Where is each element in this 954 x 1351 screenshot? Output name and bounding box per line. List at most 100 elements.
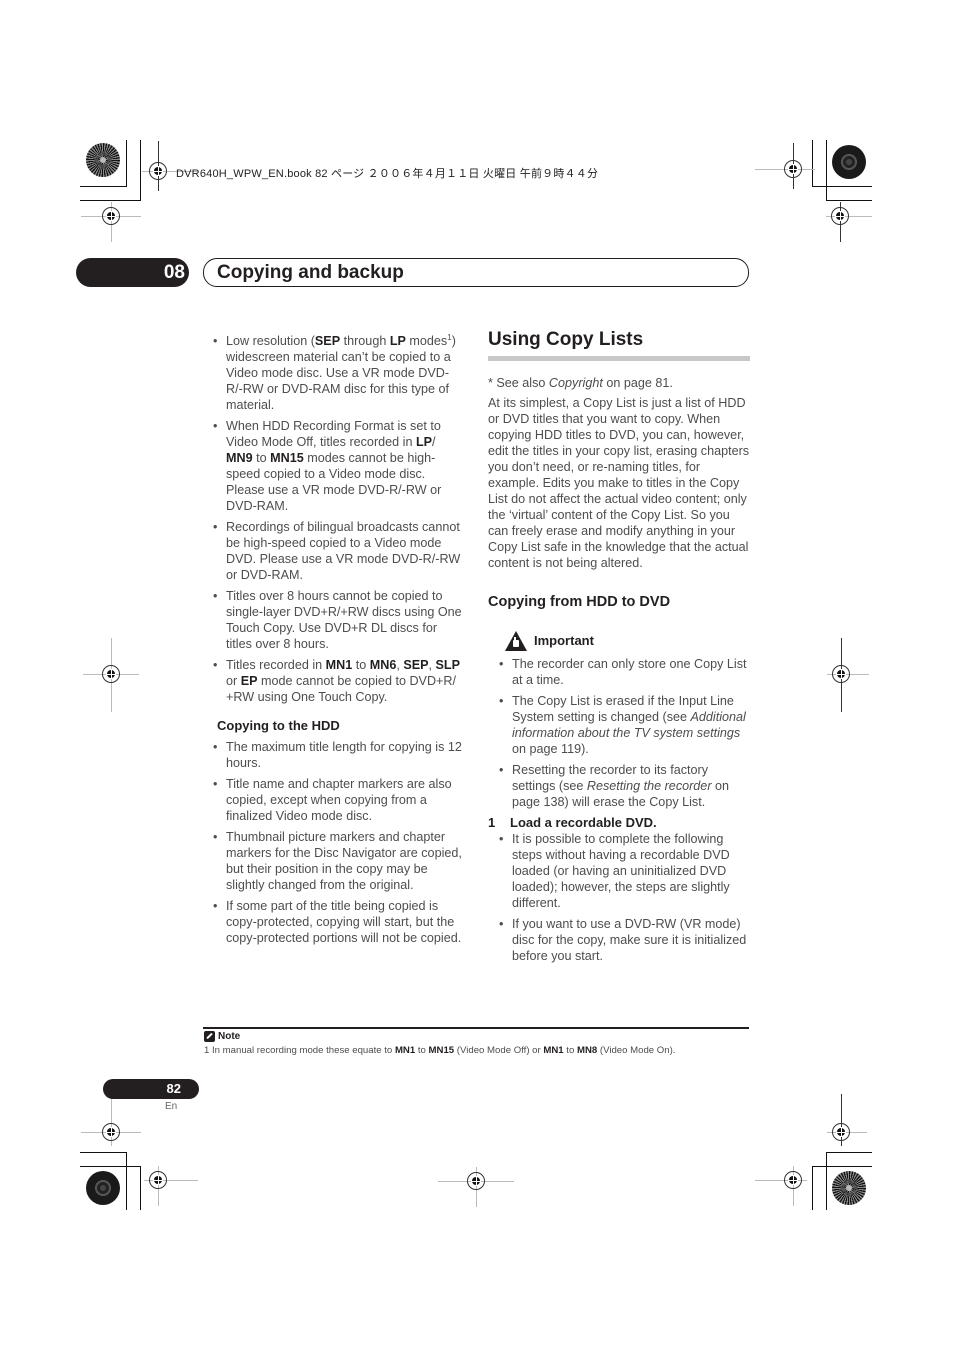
- crop-mark: [812, 140, 813, 186]
- bold-term: LP: [415, 435, 433, 449]
- list-item: Thumbnail picture markers and chapter ma…: [213, 829, 465, 893]
- list-item: The maximum title length for copying is …: [213, 739, 465, 771]
- text-run: Thumbnail picture markers and chapter ma…: [226, 830, 462, 892]
- text-run: Titles over 8 hours cannot be copied to …: [226, 589, 462, 651]
- list-item: The recorder can only store one Copy Lis…: [499, 656, 750, 688]
- pencil-note-icon: [204, 1031, 215, 1042]
- print-header: DVR640H_WPW_EN.book 82 ページ ２００６年４月１１日 火曜…: [176, 168, 599, 180]
- crop-mark: [812, 1166, 872, 1167]
- text-run: (Video Mode On).: [597, 1045, 676, 1056]
- text-run: through: [340, 334, 390, 348]
- list-item: It is possible to complete the following…: [499, 831, 750, 911]
- text-run: * See also: [488, 376, 549, 390]
- crop-mark: [80, 200, 141, 201]
- left-column: Low resolution (SEP through LP modes1) w…: [213, 333, 465, 951]
- color-bar-starburst-icon: [86, 143, 120, 177]
- subsection-title: Copying from HDD to DVD: [488, 594, 671, 610]
- bullet-list: The maximum title length for copying is …: [213, 739, 465, 946]
- text-run: The maximum title length for copying is …: [226, 740, 462, 770]
- important-heading: Important: [504, 630, 750, 652]
- crop-mark: [140, 140, 141, 200]
- crop-mark: [812, 186, 872, 187]
- list-item: Titles recorded in MN1 to MN6, SEP, SLP …: [213, 657, 465, 705]
- text-run: to: [352, 658, 370, 672]
- list-item: Titles over 8 hours cannot be copied to …: [213, 588, 465, 652]
- bold-term: MN1: [394, 1045, 416, 1056]
- page-number: 82: [103, 1079, 199, 1099]
- bold-term: MN1: [543, 1045, 564, 1056]
- text-run: mode cannot be copied to DVD+R/ +RW usin…: [226, 674, 456, 704]
- step-bullet-list: It is possible to complete the following…: [499, 831, 750, 964]
- bold-term: LP: [389, 334, 406, 348]
- text-run: on page 119).: [512, 742, 589, 756]
- list-item: If you want to use a DVD-RW (VR mode) di…: [499, 916, 750, 964]
- text-run: /: [432, 435, 436, 449]
- list-item: Low resolution (SEP through LP modes1) w…: [213, 333, 465, 413]
- subheading-copying-to-hdd: Copying to the HDD: [217, 718, 340, 733]
- italic-reference: Resetting the recorder: [586, 779, 712, 793]
- chapter-title: Copying and backup: [203, 258, 749, 287]
- crop-mark: [126, 1152, 127, 1210]
- list-item: Resetting the recorder to its factory se…: [499, 762, 750, 810]
- crop-mark: [80, 1166, 140, 1167]
- list-item: If some part of the title being copied i…: [213, 898, 465, 946]
- italic-reference: Copyright: [548, 376, 603, 390]
- crop-mark: [812, 1166, 813, 1210]
- text-run: The recorder can only store one Copy Lis…: [512, 657, 747, 687]
- chapter-number: 08: [76, 258, 189, 287]
- crop-mark: [140, 1166, 141, 1210]
- section-title: Using Copy Lists: [488, 328, 750, 361]
- color-bar-starburst-icon: [832, 1171, 866, 1205]
- list-item: When HDD Recording Format is set to Vide…: [213, 418, 465, 514]
- text-run: or: [226, 674, 241, 688]
- step-label: Load a recordable DVD.: [510, 815, 657, 830]
- crop-mark: [826, 1152, 827, 1210]
- warning-hand-icon: [505, 631, 527, 651]
- bold-term: MN15: [270, 451, 304, 465]
- crop-mark: [126, 140, 127, 186]
- intro-paragraph: At its simplest, a Copy List is just a l…: [488, 396, 750, 570]
- step-1: 1 Load a recordable DVD.: [488, 815, 750, 831]
- text-run: If you want to use a DVD-RW (VR mode) di…: [512, 917, 747, 963]
- bold-term: MN9: [226, 451, 253, 465]
- important-bullet-list: The recorder can only store one Copy Lis…: [499, 656, 750, 810]
- text-run: 1 In manual recording mode these equate …: [204, 1045, 395, 1056]
- crop-mark: [80, 186, 127, 187]
- text-run: When HDD Recording Format is set to Vide…: [226, 419, 441, 449]
- text-run: to: [415, 1045, 429, 1056]
- important-label: Important: [534, 633, 594, 648]
- text-run: (Video Mode Off) or: [454, 1045, 544, 1056]
- text-run: to: [252, 451, 271, 465]
- text-run: on page 81.: [602, 376, 673, 390]
- bold-term: EP: [240, 674, 258, 688]
- text-run: to: [563, 1045, 577, 1056]
- color-bar-disc-icon: [86, 1171, 120, 1205]
- text-run: ,: [428, 658, 436, 672]
- list-item: The Copy List is erased if the Input Lin…: [499, 693, 750, 757]
- text-run: modes: [405, 334, 448, 348]
- crop-mark: [826, 200, 872, 201]
- bold-term: SLP: [435, 658, 461, 672]
- text-run: Recordings of bilingual broadcasts canno…: [226, 520, 461, 582]
- color-bar-disc-icon: [832, 145, 866, 179]
- text-run: Titles recorded in: [226, 658, 326, 672]
- note-divider: [203, 1027, 749, 1029]
- footnote-text: 1 In manual recording mode these equate …: [204, 1045, 675, 1056]
- bold-term: MN15: [428, 1045, 455, 1056]
- right-column: Using Copy Lists * See also Copyright on…: [488, 328, 750, 969]
- text-run: If some part of the title being copied i…: [226, 899, 462, 945]
- note-label: Note: [218, 1031, 241, 1042]
- text-run: It is possible to complete the following…: [512, 832, 730, 910]
- bold-term: SEP: [314, 334, 341, 348]
- list-item: Title name and chapter markers are also …: [213, 776, 465, 824]
- see-also-reference: * See also Copyright on page 81.: [488, 375, 750, 391]
- bullet-list: Low resolution (SEP through LP modes1) w…: [213, 333, 465, 705]
- text-run: Title name and chapter markers are also …: [226, 777, 452, 823]
- crop-mark: [826, 140, 827, 200]
- bold-term: MN6: [369, 658, 397, 672]
- crop-mark: [80, 1152, 126, 1153]
- page-language: En: [165, 1101, 178, 1112]
- bold-term: MN8: [576, 1045, 598, 1056]
- note-heading: Note: [204, 1031, 240, 1042]
- crop-mark: [826, 1152, 872, 1153]
